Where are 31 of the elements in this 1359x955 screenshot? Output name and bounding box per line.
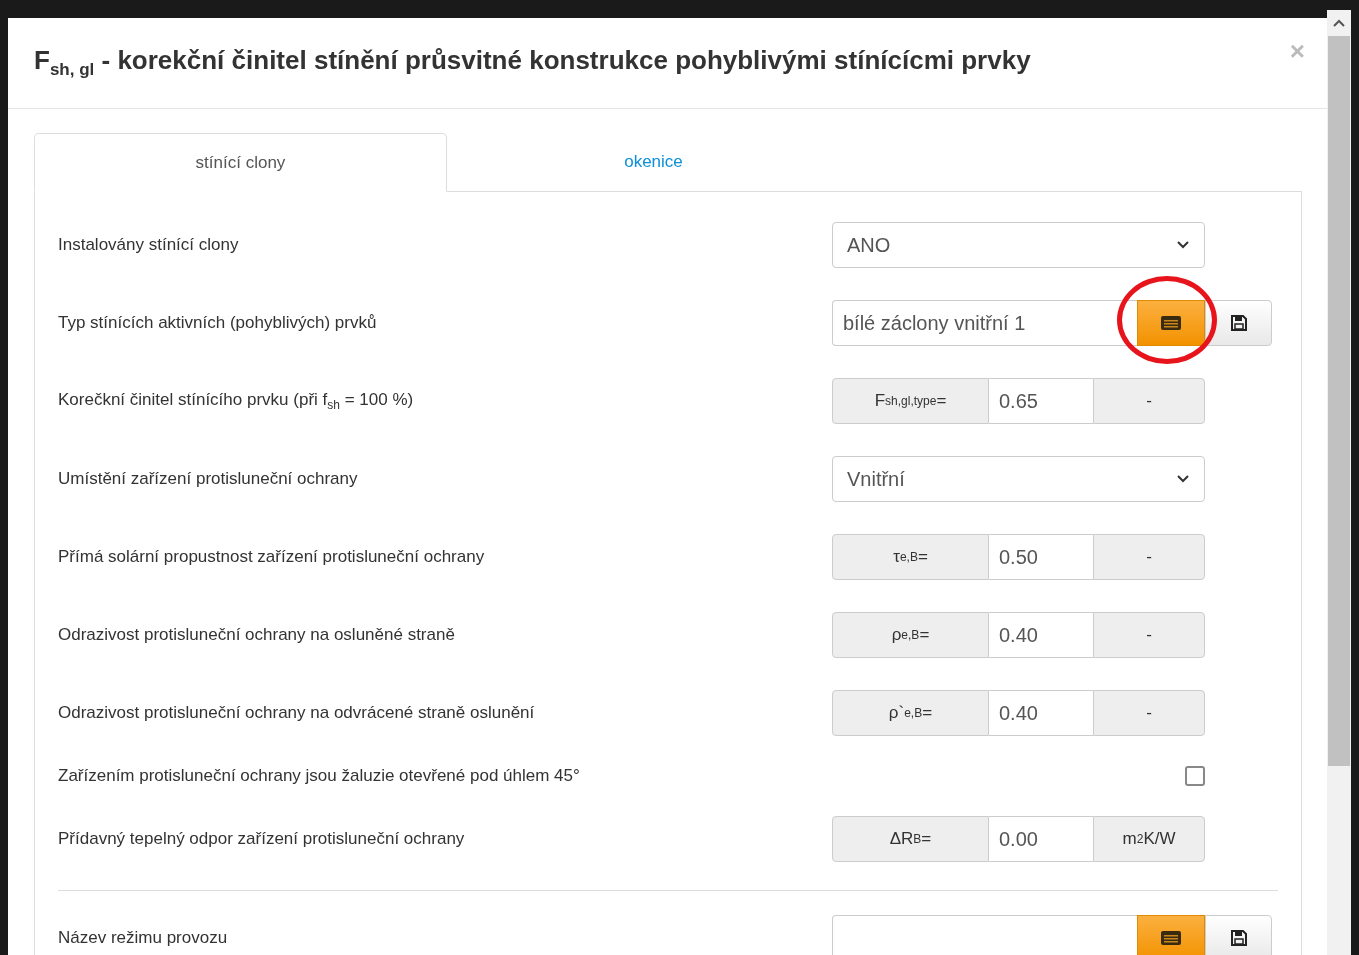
scrollbar[interactable] (1327, 10, 1351, 955)
chevron-up-icon (1333, 19, 1345, 27)
text-field[interactable]: bílé záclony vnitřní 1 (832, 300, 1137, 346)
field-label: Odrazivost protisluneční ochrany na osluněné straně (58, 625, 456, 645)
field-label: Název režimu provozu (58, 928, 229, 948)
field-label: Přídavný tepelný odpor zařízení protisluneční ochrany (58, 829, 466, 849)
field-label: Přímá solární propustnost zařízení protisluneční ochrany (58, 547, 486, 567)
unit-label: - (1093, 378, 1205, 424)
tab[interactable]: okenice (447, 133, 860, 191)
chevron-down-icon (1176, 240, 1190, 250)
unit-label: - (1093, 534, 1205, 580)
list-icon (1160, 930, 1182, 946)
dropdown[interactable]: Vnitřní (832, 456, 1205, 502)
list-button[interactable] (1137, 915, 1205, 955)
field-label: Instalovány stínící clony (58, 235, 240, 255)
field-label: Korečkní činitel stínícího prvku (při f$_{sh}$ = 100 %) (58, 389, 415, 413)
list-icon (1160, 315, 1182, 331)
save-button[interactable] (1205, 915, 1272, 955)
save-button[interactable] (1205, 300, 1272, 346)
unit-label: - (1093, 612, 1205, 658)
dropdown[interactable]: ANO (832, 222, 1205, 268)
field-label: Zařízením protisluneční ochrany jsou žaluzie otevřené pod úhlem 45° (58, 766, 581, 786)
field-label: Odrazivost protisluneční ochrany na odvrácené straně oslunění (58, 703, 536, 723)
list-button[interactable] (1137, 300, 1205, 346)
field-label: Umístění zařízení protisluneční ochrany (58, 469, 359, 489)
dialog-title: F$_{sh, gl}$ - korekční činitel stínění průsvitné konstrukce pohyblivými stínícícmi prvky (34, 45, 1031, 81)
unit-label: - (1093, 690, 1205, 736)
field-label: Typ stínících aktivních (pohyblivých) prvků (58, 313, 378, 333)
checkbox[interactable] (1185, 766, 1205, 786)
chevron-down-icon (1176, 474, 1190, 484)
tab[interactable]: stínící clony (34, 133, 447, 192)
